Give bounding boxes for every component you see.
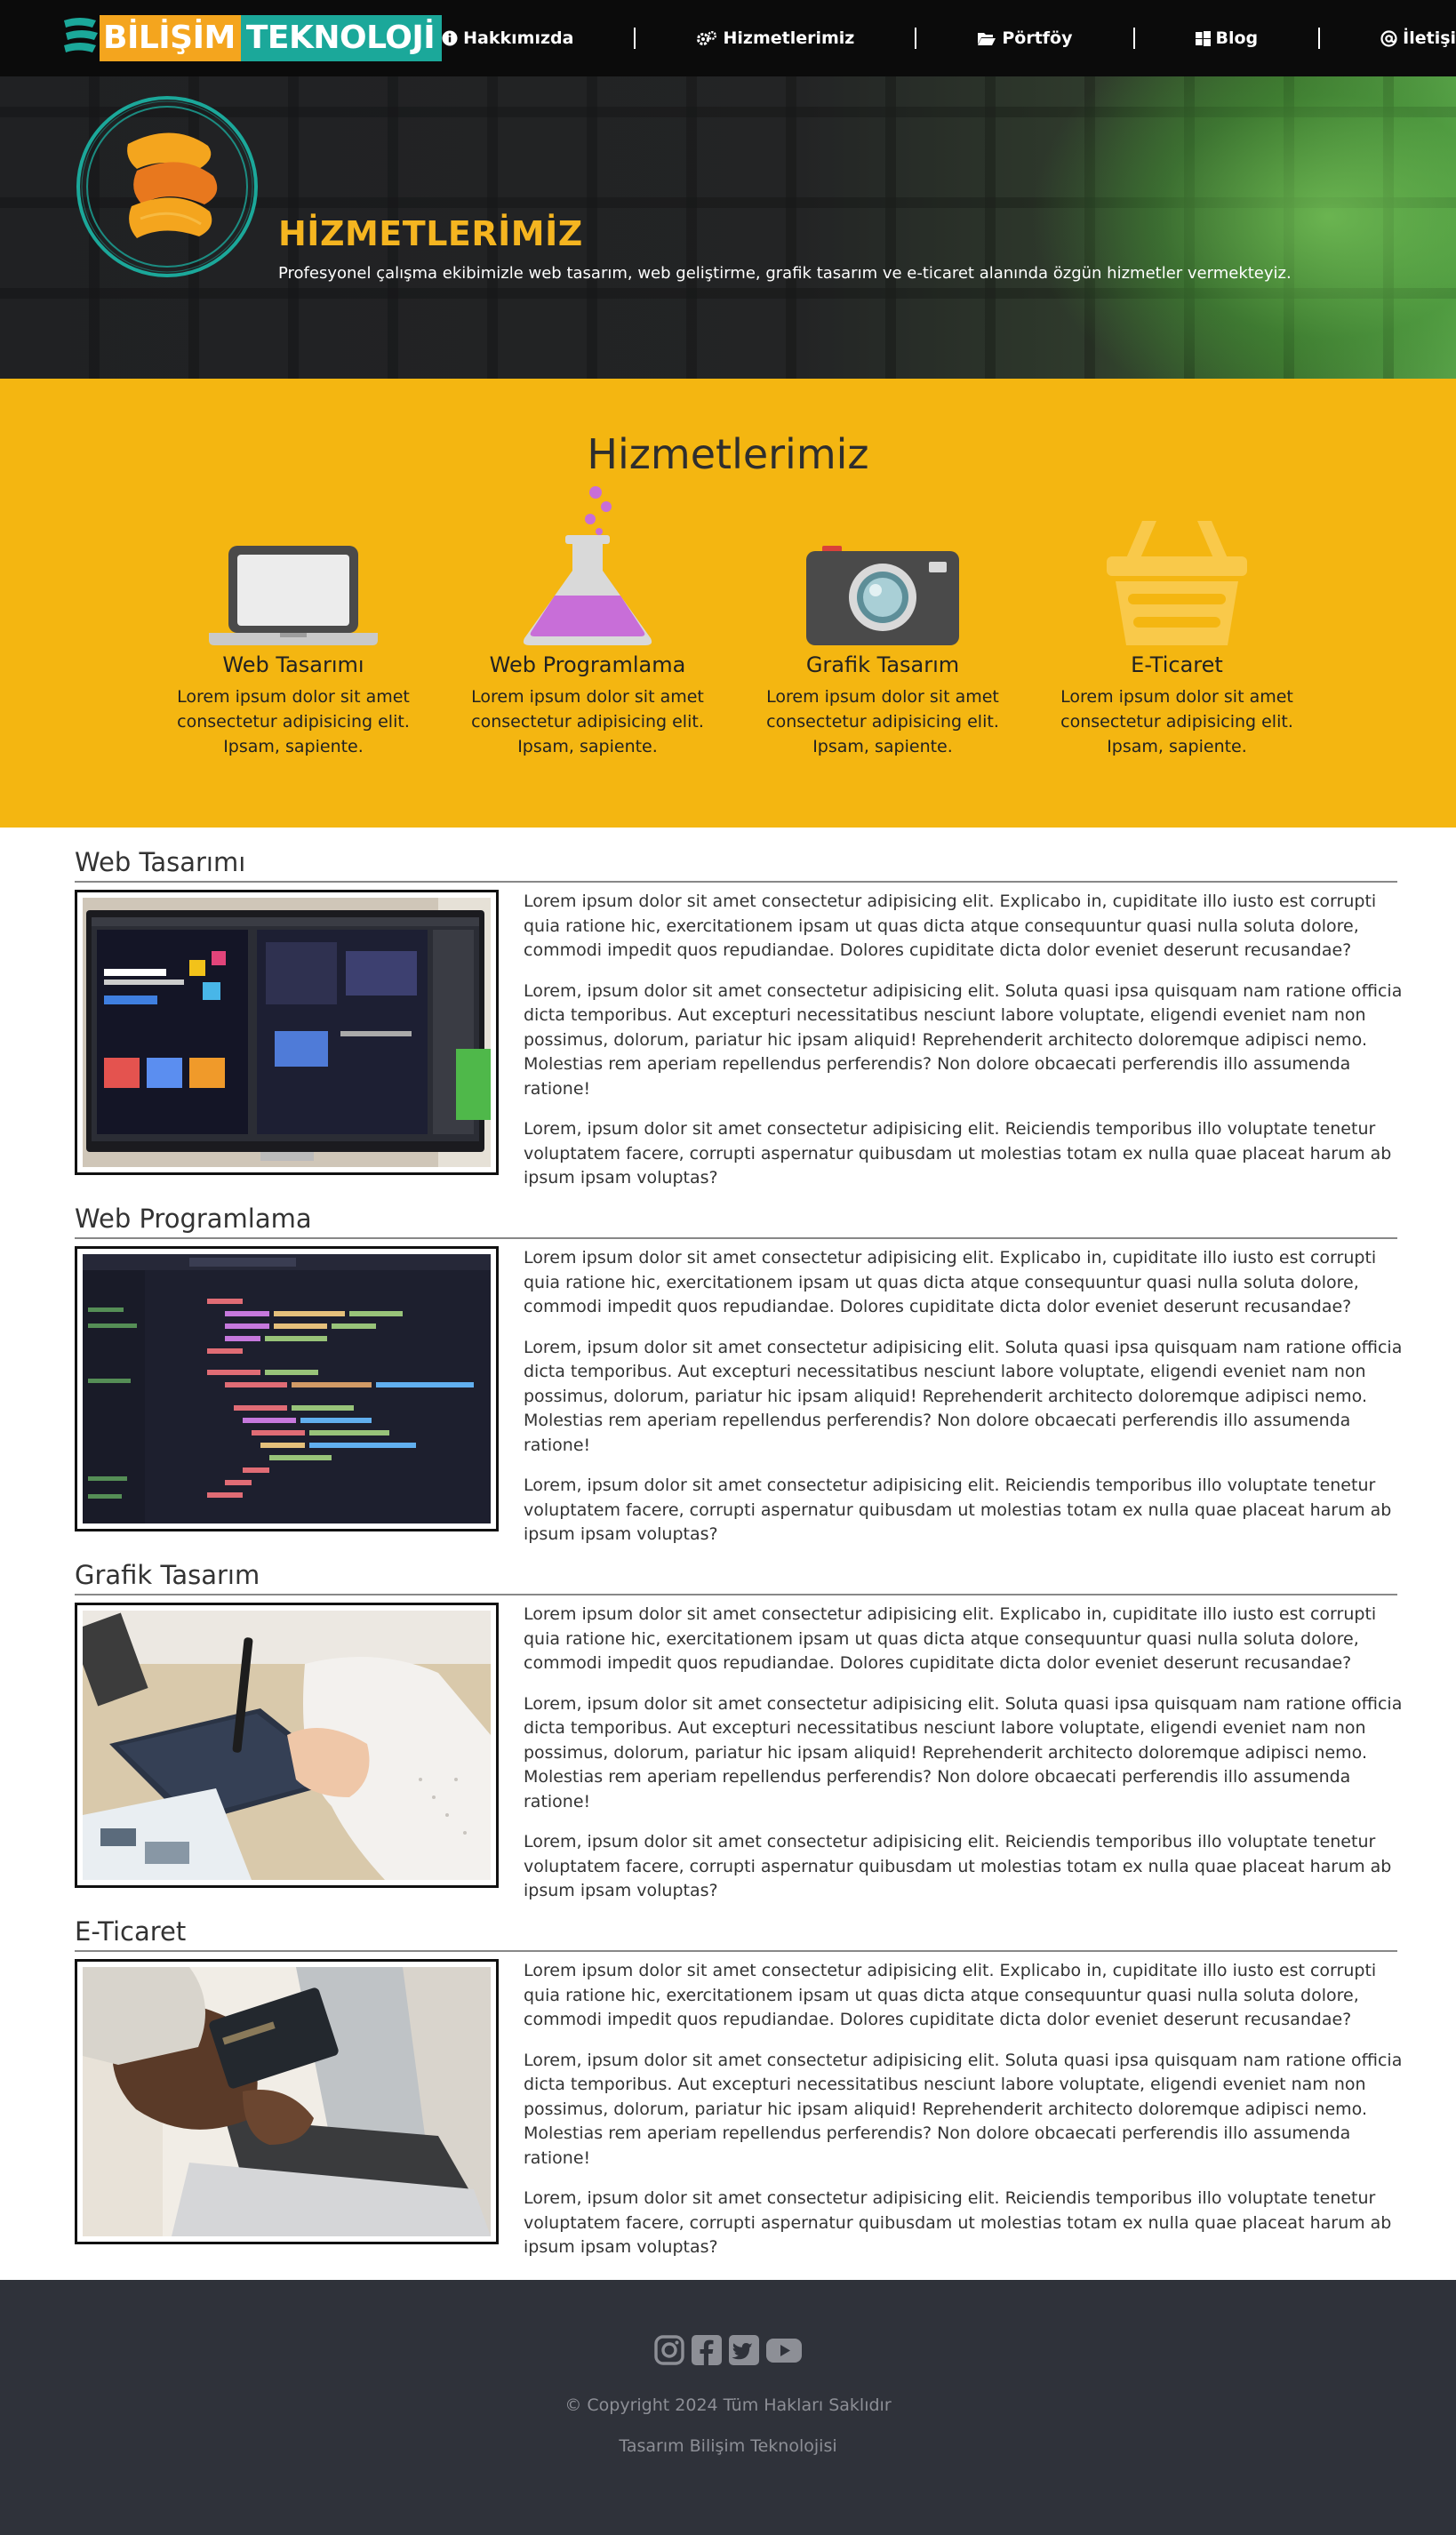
nav-label-iletisim: İletişim bbox=[1403, 28, 1456, 48]
detail-image-monitor bbox=[75, 890, 499, 1175]
code-editor-image bbox=[83, 1254, 491, 1523]
detail-title: Web Programlama bbox=[75, 1204, 312, 1234]
detail-paragraph: Lorem ipsum dolor sit amet consectetur a… bbox=[524, 1961, 1377, 2029]
hero-banner: HİZMETLERİMİZ Profesyonel çalışma ekibim… bbox=[0, 76, 1456, 379]
detail-divider bbox=[75, 1950, 1397, 1952]
windows-icon bbox=[1195, 30, 1211, 46]
twitter-icon[interactable] bbox=[729, 2335, 759, 2369]
detail-ecommerce: E-Ticaret Lorem ipsum dolor sit amet con… bbox=[75, 1897, 1402, 2257]
service-details: Web Tasarımı Lorem ipsum dolor sit amet … bbox=[0, 828, 1456, 2257]
service-name: Web Tasarımı bbox=[222, 652, 364, 677]
camera-icon bbox=[806, 546, 959, 645]
facebook-icon[interactable] bbox=[692, 2335, 722, 2369]
detail-paragraph: Lorem, ipsum dolor sit amet consectetur … bbox=[524, 1693, 1403, 1811]
detail-title: E-Ticaret bbox=[75, 1916, 187, 1947]
navbar: BİLİŞİM TEKNOLOJİ Hakkımızda Hizmetlerim… bbox=[0, 0, 1456, 76]
service-card-web-programming: Web Programlama Lorem ipsum dolor sit am… bbox=[463, 485, 712, 759]
detail-text: Lorem ipsum dolor sit amet consectetur a… bbox=[524, 1959, 1404, 2276]
detail-image-tablet bbox=[75, 1603, 499, 1888]
detail-paragraph: Lorem, ipsum dolor sit amet consectetur … bbox=[524, 1119, 1392, 1188]
detail-text: Lorem ipsum dolor sit amet consectetur a… bbox=[524, 1246, 1404, 1563]
basket-icon bbox=[1107, 521, 1247, 645]
nav-label-portfoy: Pörtföy bbox=[1002, 28, 1073, 48]
folder-open-icon bbox=[978, 33, 996, 45]
detail-text: Lorem ipsum dolor sit amet consectetur a… bbox=[524, 890, 1404, 1207]
nav-item-portfoy[interactable]: Pörtföy bbox=[977, 28, 1073, 48]
flask-icon bbox=[523, 486, 652, 645]
nav-divider bbox=[634, 28, 636, 49]
detail-title: Grafik Tasarım bbox=[75, 1560, 260, 1590]
social-links bbox=[0, 2335, 1456, 2369]
logo-text-part1: BİLİŞİM bbox=[100, 15, 241, 61]
site-footer: © Copyright 2024 Tüm Hakları Saklıdır Ta… bbox=[0, 2280, 1456, 2535]
card-payment-image bbox=[83, 1967, 491, 2236]
detail-text: Lorem ipsum dolor sit amet consectetur a… bbox=[524, 1603, 1404, 1920]
detail-divider bbox=[75, 1237, 1397, 1239]
service-card-web-design: Web Tasarımı Lorem ipsum dolor sit amet … bbox=[169, 485, 418, 759]
detail-paragraph: Lorem, ipsum dolor sit amet consectetur … bbox=[524, 1832, 1392, 1900]
nav-divider bbox=[1318, 28, 1321, 49]
laptop-icon bbox=[209, 546, 378, 645]
hero-title: HİZMETLERİMİZ bbox=[278, 214, 583, 253]
detail-paragraph: Lorem, ipsum dolor sit amet consectetur … bbox=[524, 1337, 1403, 1455]
hero-text-block: HİZMETLERİMİZ Profesyonel çalışma ekibim… bbox=[278, 214, 1292, 283]
detail-paragraph: Lorem, ipsum dolor sit amet consectetur … bbox=[524, 2050, 1403, 2168]
service-name: Web Programlama bbox=[489, 652, 686, 677]
youtube-icon[interactable] bbox=[766, 2335, 802, 2369]
instagram-icon[interactable] bbox=[654, 2335, 684, 2369]
nav-divider bbox=[1132, 28, 1135, 49]
service-name: E-Ticaret bbox=[1131, 652, 1223, 677]
detail-paragraph: Lorem ipsum dolor sit amet consectetur a… bbox=[524, 1248, 1377, 1316]
gears-icon bbox=[697, 31, 717, 45]
nav-label-blog: Blog bbox=[1215, 28, 1259, 48]
detail-paragraph: Lorem, ipsum dolor sit amet consectetur … bbox=[524, 2188, 1392, 2257]
detail-paragraph: Lorem ipsum dolor sit amet consectetur a… bbox=[524, 1604, 1377, 1673]
detail-web-programming: Web Programlama Lorem ipsum dolor sit am… bbox=[75, 1184, 1402, 1544]
main-nav: Hakkımızda Hizmetlerimiz Pörtföy Blog İl… bbox=[442, 28, 1456, 49]
services-section: Hizmetlerimiz Web Tasarımı Lorem ipsum d… bbox=[0, 379, 1456, 828]
brand-emblem-icon bbox=[76, 96, 258, 277]
monitor-screenshot-image bbox=[83, 898, 491, 1167]
drawing-tablet-image bbox=[83, 1611, 491, 1880]
logo-text-part2: TEKNOLOJİ bbox=[240, 15, 443, 61]
nav-label-hizmetlerimiz: Hizmetlerimiz bbox=[723, 28, 855, 48]
footer-copyright: © Copyright 2024 Tüm Hakları Saklıdır bbox=[564, 2395, 892, 2415]
service-description: Lorem ipsum dolor sit amet consectetur a… bbox=[766, 687, 999, 756]
detail-divider bbox=[75, 1594, 1397, 1595]
nav-item-blog[interactable]: Blog bbox=[1195, 28, 1259, 48]
service-description: Lorem ipsum dolor sit amet consectetur a… bbox=[1060, 687, 1293, 756]
detail-paragraph: Lorem, ipsum dolor sit amet consectetur … bbox=[524, 1475, 1392, 1544]
service-description: Lorem ipsum dolor sit amet consectetur a… bbox=[177, 687, 410, 756]
detail-web-design: Web Tasarımı Lorem ipsum dolor sit amet … bbox=[75, 828, 1402, 1188]
info-circle-icon bbox=[442, 30, 458, 46]
nav-item-hakkimizda[interactable]: Hakkımızda bbox=[442, 28, 573, 48]
site-logo[interactable]: BİLİŞİM TEKNOLOJİ bbox=[60, 13, 443, 63]
detail-image-code bbox=[75, 1246, 499, 1531]
at-icon bbox=[1380, 29, 1397, 47]
nav-item-iletisim[interactable]: İletişim bbox=[1380, 28, 1456, 48]
service-card-graphic-design: Grafik Tasarım Lorem ipsum dolor sit ame… bbox=[758, 485, 1007, 759]
services-title: Hizmetlerimiz bbox=[587, 430, 869, 478]
service-description: Lorem ipsum dolor sit amet consectetur a… bbox=[471, 687, 704, 756]
detail-title: Web Tasarımı bbox=[75, 847, 246, 877]
footer-design-credit: Tasarım Bilişim Teknolojisi bbox=[619, 2436, 837, 2456]
service-card-ecommerce: E-Ticaret Lorem ipsum dolor sit amet con… bbox=[1052, 485, 1301, 759]
logo-mark-icon bbox=[64, 18, 98, 52]
nav-divider bbox=[915, 28, 917, 49]
detail-paragraph: Lorem, ipsum dolor sit amet consectetur … bbox=[524, 980, 1403, 1099]
detail-graphic-design: Grafik Tasarım Lorem ipsum dolor sit ame… bbox=[75, 1540, 1402, 1900]
detail-divider bbox=[75, 881, 1397, 883]
nav-item-hizmetlerimiz[interactable]: Hizmetlerimiz bbox=[696, 28, 854, 48]
service-name: Grafik Tasarım bbox=[805, 652, 960, 677]
hero-subtitle: Profesyonel çalışma ekibimizle web tasar… bbox=[278, 264, 1292, 283]
nav-label-hakkimizda: Hakkımızda bbox=[463, 28, 574, 48]
detail-paragraph: Lorem ipsum dolor sit amet consectetur a… bbox=[524, 892, 1377, 960]
detail-image-payment bbox=[75, 1959, 499, 2244]
